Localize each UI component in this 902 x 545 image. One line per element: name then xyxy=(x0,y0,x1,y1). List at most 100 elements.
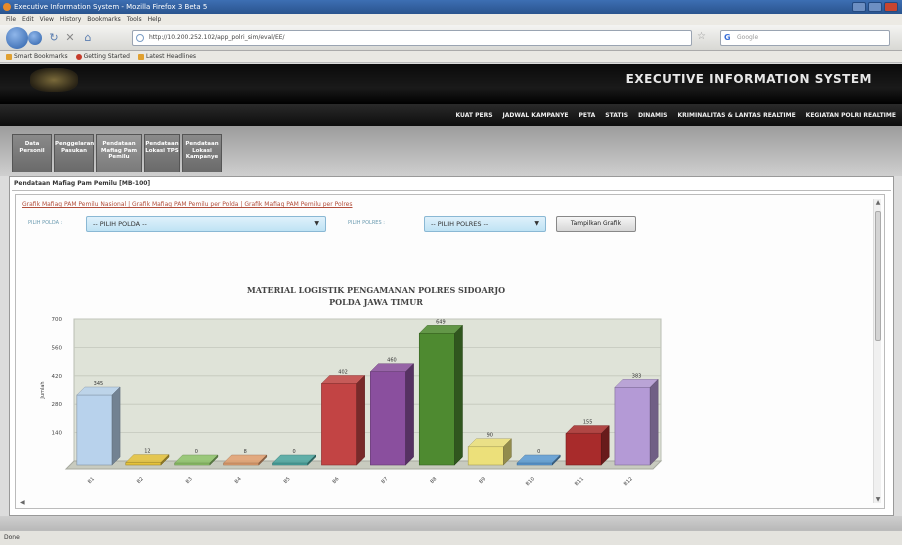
bar-value-label: 0 xyxy=(293,449,296,455)
minimize-button[interactable] xyxy=(852,2,866,12)
google-icon: G xyxy=(724,33,731,42)
x-tick-label: B3 xyxy=(185,476,194,485)
back-button[interactable] xyxy=(6,27,28,49)
bookmark-smart[interactable]: Smart Bookmarks xyxy=(6,51,68,62)
tab-lokasi-tps[interactable]: Pendataan Lokasi TPS xyxy=(144,134,180,172)
menu-view[interactable]: View xyxy=(40,14,54,25)
y-tick-label: 700 xyxy=(52,317,63,323)
section-divider xyxy=(12,190,891,191)
url-text: http://10.200.252.102/app_polri_sim/eval… xyxy=(149,34,285,41)
bar xyxy=(467,446,504,466)
chevron-down-icon: ▼ xyxy=(314,220,319,227)
close-button[interactable] xyxy=(884,2,898,12)
menu-dinamis[interactable]: DINAMIS xyxy=(638,112,667,119)
show-chart-button[interactable]: Tampilkan Grafik xyxy=(556,216,636,232)
bar-value-label: 345 xyxy=(94,381,104,387)
vertical-scrollbar[interactable]: ▲ ▼ xyxy=(873,199,881,503)
x-tick-label: B4 xyxy=(234,476,243,485)
bar-value-label: 90 xyxy=(487,433,493,439)
x-tick-label: B11 xyxy=(574,476,585,487)
bar xyxy=(418,333,455,466)
scroll-down-icon[interactable]: ▼ xyxy=(874,496,882,503)
bar-value-label: 0 xyxy=(195,449,198,455)
y-tick-label: 280 xyxy=(52,402,63,408)
chevron-down-icon: ▼ xyxy=(534,220,539,227)
bookmark-latest-headlines[interactable]: Latest Headlines xyxy=(137,51,196,62)
menu-statis[interactable]: STATIS xyxy=(605,112,628,119)
bar xyxy=(125,462,162,466)
bar-side xyxy=(649,378,659,466)
bookmark-star-icon[interactable]: ☆ xyxy=(697,31,706,42)
site-header: EXECUTIVE INFORMATION SYSTEM xyxy=(0,64,902,104)
content-panel: Pendataan Mafiag Pam Pemilu [MB-100] Gra… xyxy=(9,176,894,516)
menu-edit[interactable]: Edit xyxy=(22,14,34,25)
bar-side xyxy=(454,324,463,466)
bar xyxy=(223,462,260,466)
chart-panel: Grafik Mafiag PAM Pemilu Nasional | Graf… xyxy=(15,194,885,509)
firefox-bookmark-icon xyxy=(75,53,82,60)
polres-select[interactable]: -- PILIH POLRES -- ▼ xyxy=(424,216,546,232)
x-tick-label: B9 xyxy=(478,476,487,485)
tab-lokasi-kampanye[interactable]: Pendataan Lokasi Kampanye xyxy=(182,134,222,172)
forward-button[interactable] xyxy=(28,31,42,45)
tab-strip: Data Personil Penggelaran Pasukan Pendat… xyxy=(0,126,902,176)
y-tick-label: 140 xyxy=(52,431,63,437)
scroll-thumb[interactable] xyxy=(875,211,881,341)
site-title: EXECUTIVE INFORMATION SYSTEM xyxy=(625,72,872,86)
menu-history[interactable]: History xyxy=(60,14,81,25)
scroll-up-icon[interactable]: ▲ xyxy=(874,199,882,206)
chart-title-line-1: MATERIAL LOGISTIK PENGAMANAN POLRES SIDO… xyxy=(246,285,506,295)
bar-side xyxy=(405,363,414,466)
chart-title-line-2: POLDA JAWA TIMUR xyxy=(329,297,423,307)
menu-help[interactable]: Help xyxy=(148,14,162,25)
chart-links[interactable]: Grafik Mafiag PAM Pemilu Nasional | Graf… xyxy=(22,201,352,208)
x-tick-label: B7 xyxy=(380,476,389,485)
bar-value-label: 12 xyxy=(144,449,150,455)
menu-file[interactable]: File xyxy=(6,14,16,25)
horizontal-scrollbar[interactable]: ◀ xyxy=(20,499,870,506)
top-menu: KUAT PERS JADWAL KAMPANYE PETA STATIS DI… xyxy=(0,104,902,126)
menu-jadwal-kampanye[interactable]: JADWAL KAMPANYE xyxy=(503,112,569,119)
bar xyxy=(174,462,211,466)
bar xyxy=(321,383,357,466)
status-text: Done xyxy=(4,534,20,541)
window-controls xyxy=(852,2,898,12)
bar xyxy=(272,462,309,466)
maximize-button[interactable] xyxy=(868,2,882,12)
status-bar: Done xyxy=(0,530,902,545)
menu-kuat-pers[interactable]: KUAT PERS xyxy=(456,112,493,119)
bar-value-label: 460 xyxy=(387,358,397,364)
search-input[interactable]: G Google xyxy=(720,30,890,46)
bar xyxy=(76,394,113,466)
menu-kegiatan-polri[interactable]: KEGIATAN POLRI REALTIME xyxy=(806,112,896,119)
menu-peta[interactable]: PETA xyxy=(579,112,596,119)
tab-mafiag-pam-pemilu[interactable]: Pendataan Mafiag Pam Pemilu xyxy=(96,134,142,172)
polda-label: PILIH POLDA : xyxy=(28,220,63,226)
bookmark-getting-started[interactable]: Getting Started xyxy=(75,51,130,62)
y-tick-label: 560 xyxy=(52,345,63,351)
tab-penggelaran-pasukan[interactable]: Penggelaran Pasukan xyxy=(54,134,94,172)
bar xyxy=(614,387,651,466)
bar-value-label: 8 xyxy=(244,449,247,455)
tab-data-personil[interactable]: Data Personil xyxy=(12,134,52,172)
bookmarks-toolbar: Smart Bookmarks Getting Started Latest H… xyxy=(0,51,902,63)
reload-icon[interactable]: ↻ xyxy=(48,32,60,44)
section-title: Pendataan Mafiag Pam Pemilu [MB-100] xyxy=(14,180,151,187)
bar-side xyxy=(111,386,121,466)
home-icon[interactable]: ⌂ xyxy=(82,32,94,44)
menu-tools[interactable]: Tools xyxy=(127,14,142,25)
x-tick-label: B10 xyxy=(525,476,536,487)
stop-icon[interactable]: ✕ xyxy=(64,32,76,44)
rss-icon xyxy=(137,53,144,60)
url-input[interactable]: http://10.200.252.102/app_polri_sim/eval… xyxy=(132,30,692,46)
firefox-icon xyxy=(3,3,11,11)
menu-kriminalitas[interactable]: KRIMINALITAS & LANTAS REALTIME xyxy=(677,112,795,119)
polda-select[interactable]: -- PILIH POLDA -- ▼ xyxy=(86,216,326,232)
y-tick-label: 420 xyxy=(52,374,63,380)
x-tick-label: B1 xyxy=(87,476,96,485)
scroll-left-icon[interactable]: ◀ xyxy=(20,499,25,506)
menu-bookmarks[interactable]: Bookmarks xyxy=(87,14,121,25)
menu-bar: File Edit View History Bookmarks Tools H… xyxy=(0,14,902,25)
bar-value-label: 155 xyxy=(583,420,593,426)
bar xyxy=(565,433,602,466)
